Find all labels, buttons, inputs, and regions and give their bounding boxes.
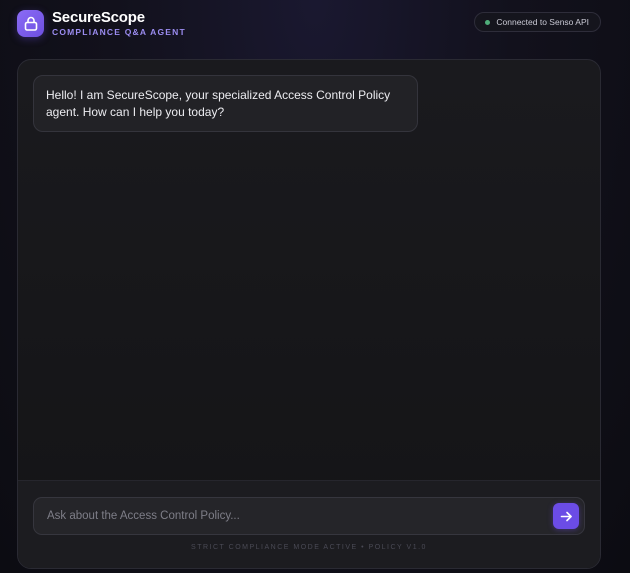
send-button[interactable] xyxy=(553,503,579,529)
agent-message: Hello! I am SecureScope, your specialize… xyxy=(33,75,418,132)
connection-status-badge: Connected to Senso API xyxy=(474,12,601,32)
message-input-wrapper xyxy=(33,497,585,535)
message-input[interactable] xyxy=(34,498,553,534)
brand: SecureScope COMPLIANCE Q&A AGENT xyxy=(52,9,186,38)
lock-icon xyxy=(17,9,44,37)
status-dot-icon xyxy=(485,19,491,25)
compliance-mode-note: STRICT COMPLIANCE MODE ACTIVE • POLICY V… xyxy=(191,544,427,551)
composer: STRICT COMPLIANCE MODE ACTIVE • POLICY V… xyxy=(18,480,600,568)
app-subtitle: COMPLIANCE Q&A AGENT xyxy=(52,26,186,37)
message-list[interactable]: Hello! I am SecureScope, your specialize… xyxy=(18,60,600,481)
arrow-right-icon xyxy=(560,511,572,521)
app-title: SecureScope xyxy=(52,8,145,26)
connection-status-text: Connected to Senso API xyxy=(496,17,589,27)
chat-panel: Hello! I am SecureScope, your specialize… xyxy=(17,59,601,569)
app-header: SecureScope COMPLIANCE Q&A AGENT Connect… xyxy=(17,8,601,38)
